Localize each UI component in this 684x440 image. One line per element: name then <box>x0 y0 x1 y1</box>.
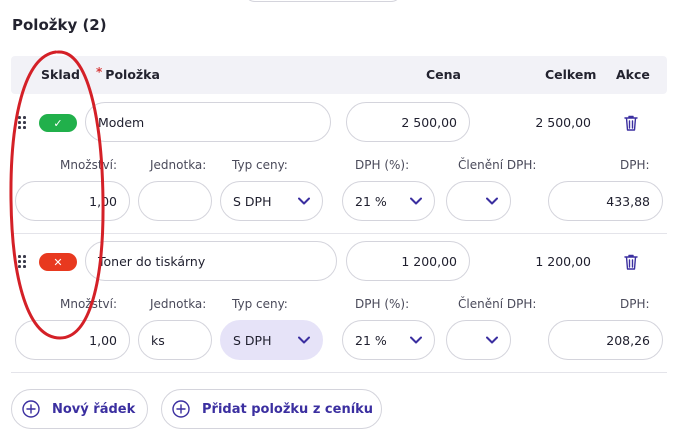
quantity-value: 1,00 <box>89 332 117 348</box>
drag-handle-icon[interactable] <box>18 116 26 130</box>
label-cleneni-dph: Členění DPH: <box>458 158 537 172</box>
chevron-down-icon <box>410 197 422 205</box>
vat-amount-value: 433,88 <box>606 193 650 209</box>
label-cleneni-dph: Členění DPH: <box>458 297 537 311</box>
vat-amount-input[interactable]: 208,26 <box>548 320 663 360</box>
item-name-value: Modem <box>98 114 145 130</box>
add-from-pricelist-label: Přidat položku z ceníku <box>202 401 374 417</box>
label-mnozstvi: Množství: <box>60 297 118 311</box>
label-mnozstvi: Množství: <box>60 158 118 172</box>
label-dph-pct: DPH (%): <box>355 158 410 172</box>
price-type-value: S DPH <box>233 332 272 348</box>
plus-circle-icon <box>22 400 40 418</box>
add-from-pricelist-button[interactable]: Přidat položku z ceníku <box>161 389 382 429</box>
header-akce: Akce <box>616 67 650 82</box>
row-divider <box>11 372 667 373</box>
label-typ-ceny: Typ ceny: <box>232 297 288 311</box>
header-polozka: * Položka <box>96 65 160 82</box>
vat-amount-input[interactable]: 433,88 <box>548 181 663 221</box>
quantity-input[interactable]: 1,00 <box>15 181 130 221</box>
required-mark: * <box>96 65 103 79</box>
drag-handle-icon[interactable] <box>18 255 26 269</box>
vat-amount-value: 208,26 <box>606 332 650 348</box>
vat-rate-select[interactable]: 21 % <box>342 320 435 360</box>
item-name-input[interactable]: Toner do tiskárny <box>85 241 337 281</box>
item-price-value: 2 500,00 <box>401 114 457 130</box>
new-row-label: Nový řádek <box>52 401 136 417</box>
section-title: Položky (2) <box>12 16 107 34</box>
vat-rate-value: 21 % <box>355 193 387 209</box>
item-name-value: Toner do tiskárny <box>98 253 206 269</box>
chevron-down-icon <box>298 197 310 205</box>
quantity-input[interactable]: 1,00 <box>15 320 130 360</box>
chevron-down-icon <box>298 336 310 344</box>
label-dph-pct: DPH (%): <box>355 297 410 311</box>
price-type-select[interactable]: S DPH <box>220 181 323 221</box>
vat-breakdown-select[interactable] <box>446 320 511 360</box>
unit-input[interactable] <box>138 181 212 221</box>
label-jednotka: Jednotka: <box>150 158 207 172</box>
item-total: 1 200,00 <box>535 254 591 269</box>
table-header: Sklad * Položka Cena Celkem Akce <box>11 56 667 94</box>
check-icon: ✓ <box>53 116 63 130</box>
new-row-button[interactable]: Nový řádek <box>11 389 148 429</box>
cross-icon: ✕ <box>53 255 63 269</box>
label-jednotka: Jednotka: <box>150 297 207 311</box>
unit-input[interactable]: ks <box>138 320 212 360</box>
item-total: 2 500,00 <box>535 115 591 130</box>
label-dph: DPH: <box>620 158 650 172</box>
header-polozka-label: Položka <box>105 67 160 82</box>
chevron-down-icon <box>486 336 498 344</box>
header-celkem: Celkem <box>545 67 597 82</box>
item-price-input[interactable]: 2 500,00 <box>346 102 470 142</box>
chevron-down-icon <box>486 197 498 205</box>
header-sklad: Sklad <box>41 67 80 82</box>
trash-icon[interactable] <box>624 115 638 131</box>
unit-value: ks <box>151 332 165 348</box>
vat-breakdown-select[interactable] <box>446 181 511 221</box>
vat-rate-value: 21 % <box>355 332 387 348</box>
item-price-input[interactable]: 1 200,00 <box>346 241 470 281</box>
label-typ-ceny: Typ ceny: <box>232 158 288 172</box>
plus-circle-icon <box>172 400 190 418</box>
item-name-input[interactable]: Modem <box>85 102 331 142</box>
price-type-select[interactable]: S DPH <box>220 320 323 360</box>
top-input-partial[interactable] <box>244 0 402 2</box>
label-dph: DPH: <box>620 297 650 311</box>
quantity-value: 1,00 <box>89 193 117 209</box>
chevron-down-icon <box>410 336 422 344</box>
trash-icon[interactable] <box>624 254 638 270</box>
vat-rate-select[interactable]: 21 % <box>342 181 435 221</box>
stock-status-badge[interactable]: ✓ <box>39 114 77 132</box>
stock-status-badge[interactable]: ✕ <box>39 253 77 271</box>
header-cena: Cena <box>426 67 461 82</box>
row-divider <box>11 233 667 234</box>
price-type-value: S DPH <box>233 193 272 209</box>
item-price-value: 1 200,00 <box>401 253 457 269</box>
